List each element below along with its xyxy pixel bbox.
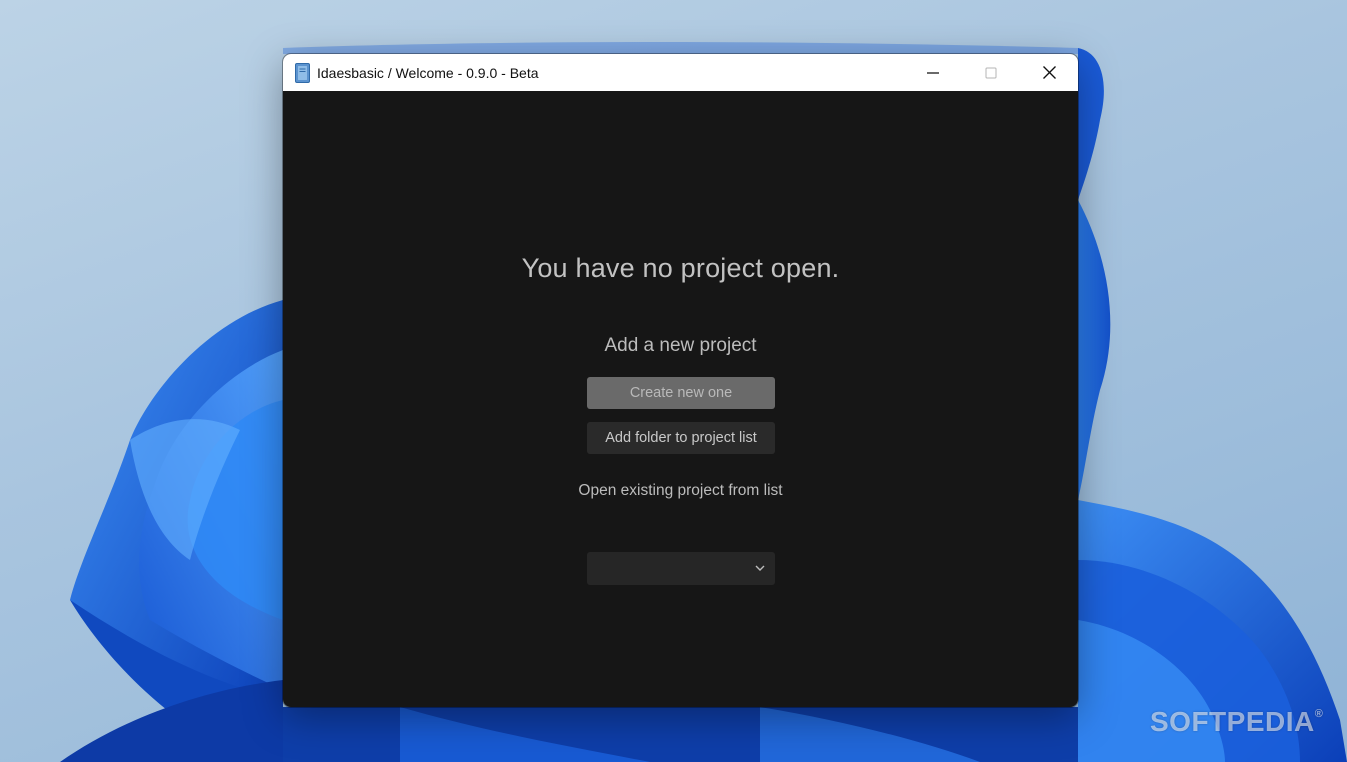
window-title: Idaesbasic / Welcome - 0.9.0 - Beta xyxy=(317,64,539,81)
minimize-button[interactable] xyxy=(904,54,962,91)
window-controls xyxy=(904,54,1078,91)
no-project-heading: You have no project open. xyxy=(521,253,840,283)
chevron-down-icon xyxy=(755,565,765,571)
close-icon xyxy=(1042,66,1056,79)
title-bar[interactable]: Idaesbasic / Welcome - 0.9.0 - Beta xyxy=(283,54,1078,91)
registered-mark: ® xyxy=(1314,708,1324,720)
welcome-screen: You have no project open. Add a new proj… xyxy=(283,91,1078,707)
minimize-icon xyxy=(927,71,939,74)
maximize-button[interactable] xyxy=(962,54,1020,91)
watermark-text: SOFTPEDIA xyxy=(1150,706,1315,737)
app-window: Idaesbasic / Welcome - 0.9.0 - Beta You … xyxy=(283,54,1078,707)
add-project-label: Add a new project xyxy=(604,335,757,356)
open-existing-label: Open existing project from list xyxy=(578,482,783,499)
project-list-select[interactable] xyxy=(587,552,775,585)
add-folder-button[interactable]: Add folder to project list xyxy=(587,422,775,454)
notebook-icon xyxy=(295,62,310,83)
desktop: Idaesbasic / Welcome - 0.9.0 - Beta You … xyxy=(0,0,1347,762)
softpedia-watermark: SOFTPEDIA® xyxy=(1150,706,1323,738)
close-button[interactable] xyxy=(1020,54,1078,91)
maximize-icon xyxy=(985,67,997,78)
create-new-project-button[interactable]: Create new one xyxy=(587,377,775,409)
